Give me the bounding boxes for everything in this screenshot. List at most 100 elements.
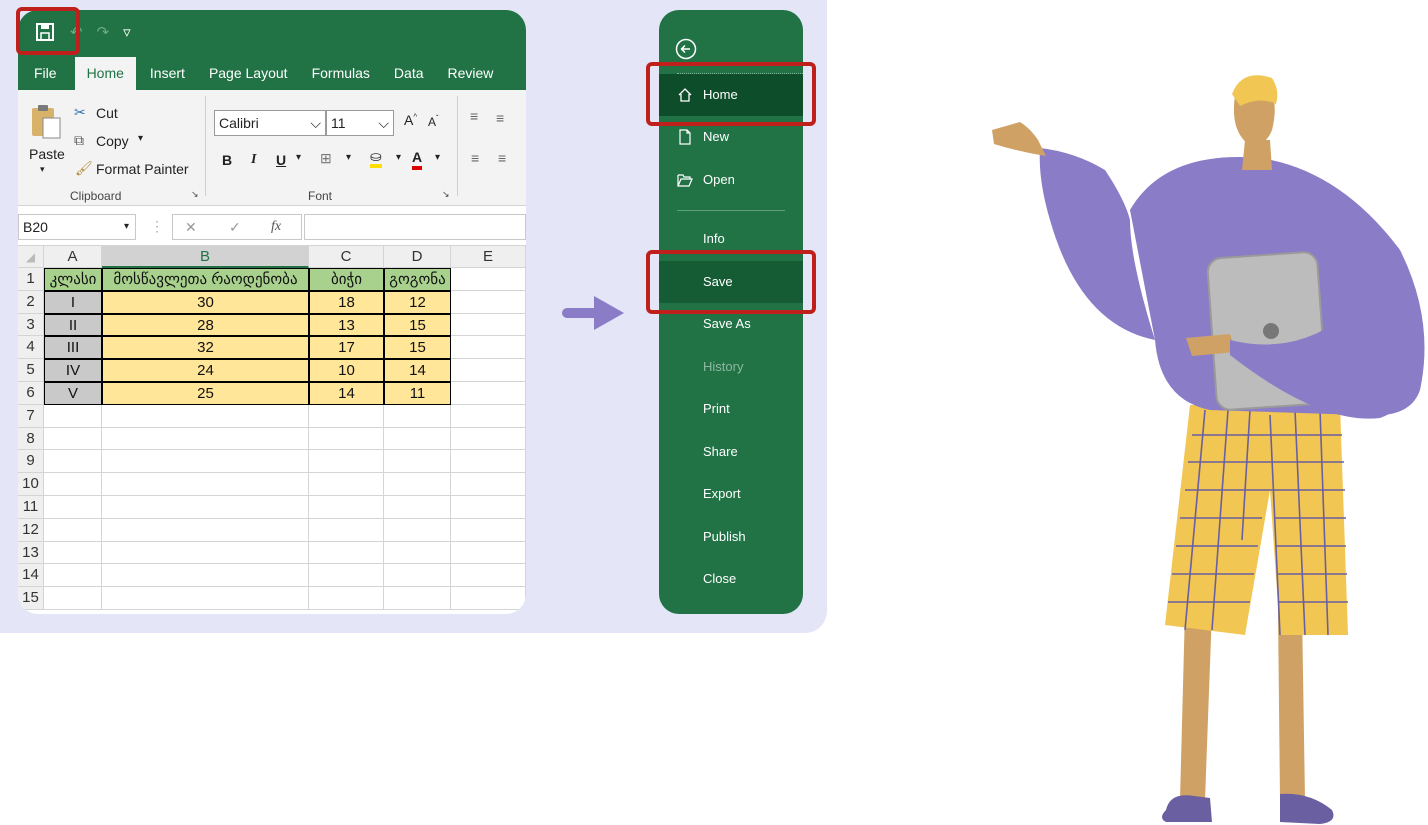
row-header[interactable]: 11 (18, 496, 44, 519)
cell[interactable] (451, 268, 526, 291)
row-header[interactable]: 5 (18, 359, 44, 382)
back-arrow-icon[interactable] (675, 38, 697, 60)
customize-qat-icon[interactable]: ▿ (123, 23, 131, 41)
paste-icon[interactable] (30, 104, 62, 140)
cell[interactable] (384, 518, 451, 542)
cell[interactable] (102, 587, 309, 610)
tab-file[interactable]: File (18, 57, 73, 90)
bold-button[interactable]: B (222, 152, 232, 168)
table-header-cell[interactable]: გოგონა (384, 268, 451, 291)
cell[interactable] (102, 518, 309, 542)
table-cell[interactable]: 15 (384, 336, 451, 360)
tab-page-layout[interactable]: Page Layout (197, 57, 300, 90)
menu-item-export[interactable]: Export (659, 473, 803, 515)
cell[interactable] (309, 587, 384, 610)
table-cell[interactable]: 18 (309, 290, 384, 314)
cell[interactable] (102, 496, 309, 519)
cell[interactable] (451, 313, 526, 337)
cell[interactable] (44, 473, 102, 496)
formula-input[interactable] (304, 214, 526, 240)
table-cell[interactable]: 13 (309, 313, 384, 337)
cell[interactable] (384, 473, 451, 496)
row-header[interactable]: 8 (18, 427, 44, 451)
cell[interactable] (44, 587, 102, 610)
table-cell[interactable]: 11 (384, 382, 451, 405)
font-color-icon[interactable]: A (412, 148, 423, 170)
row-header[interactable]: 12 (18, 518, 44, 542)
cell[interactable] (384, 427, 451, 451)
align-top-icon[interactable]: ≡ (470, 108, 478, 124)
tab-home[interactable]: Home (74, 57, 136, 90)
table-cell[interactable]: 14 (384, 359, 451, 382)
menu-item-publish[interactable]: Publish (659, 516, 803, 558)
font-color-dropdown-icon[interactable]: ▾ (435, 152, 440, 163)
cell[interactable] (451, 496, 526, 519)
cell[interactable] (384, 564, 451, 588)
enter-icon[interactable]: ✓ (229, 215, 241, 239)
name-box[interactable]: B20 ▾ (18, 214, 136, 240)
table-cell[interactable]: I (44, 290, 102, 314)
cell[interactable] (309, 473, 384, 496)
row-header[interactable]: 14 (18, 564, 44, 588)
font-name-select[interactable]: Calibri ⌵ (214, 110, 326, 136)
worksheet-grid[interactable]: ◢ A B C D E 1 2 3 4 5 6 7 8 9 10 11 12 13 14 15 კლასი მოსწავლე… (18, 246, 526, 614)
row-header[interactable]: 13 (18, 541, 44, 565)
cell[interactable] (451, 382, 526, 405)
table-cell[interactable]: 17 (309, 336, 384, 360)
format-painter-button[interactable]: Format Painter (96, 161, 189, 177)
row-header[interactable]: 2 (18, 290, 44, 314)
menu-item-close[interactable]: Close (659, 558, 803, 600)
tab-insert[interactable]: Insert (138, 57, 197, 90)
cell[interactable] (451, 473, 526, 496)
table-cell[interactable]: IV (44, 359, 102, 382)
copy-dropdown-icon[interactable]: ▾ (138, 133, 143, 144)
cell[interactable] (44, 496, 102, 519)
cell[interactable] (384, 587, 451, 610)
cell[interactable] (102, 541, 309, 565)
row-header[interactable]: 9 (18, 450, 44, 474)
cell[interactable] (451, 404, 526, 428)
cell[interactable] (44, 404, 102, 428)
menu-item-open[interactable]: Open (659, 159, 803, 201)
row-header[interactable]: 15 (18, 587, 44, 610)
fill-color-icon[interactable]: ⛀ (370, 148, 382, 168)
table-cell[interactable]: 32 (102, 336, 309, 360)
cell[interactable] (102, 473, 309, 496)
cell[interactable] (451, 359, 526, 382)
row-header[interactable]: 7 (18, 404, 44, 428)
cell[interactable] (451, 564, 526, 588)
cell[interactable] (384, 541, 451, 565)
cell[interactable] (451, 427, 526, 451)
italic-button[interactable]: I (251, 152, 256, 168)
cell[interactable] (102, 404, 309, 428)
table-header-cell[interactable]: ბიჭი (309, 268, 384, 291)
cell[interactable] (44, 427, 102, 451)
table-cell[interactable]: II (44, 313, 102, 337)
table-cell[interactable]: 25 (102, 382, 309, 405)
cell[interactable] (309, 404, 384, 428)
row-header[interactable]: 3 (18, 313, 44, 337)
cell[interactable] (451, 290, 526, 314)
table-cell[interactable]: III (44, 336, 102, 360)
clipboard-launcher-icon[interactable]: ↘ (191, 189, 199, 200)
menu-item-share[interactable]: Share (659, 431, 803, 473)
underline-dropdown-icon[interactable]: ▾ (296, 152, 301, 163)
paste-dropdown-icon[interactable]: ▾ (40, 164, 45, 175)
increase-font-icon[interactable]: A^ (404, 112, 417, 128)
cancel-icon[interactable]: ✕ (185, 215, 197, 239)
menu-item-print[interactable]: Print (659, 388, 803, 430)
tab-formulas[interactable]: Formulas (300, 57, 382, 90)
column-header-a[interactable]: A (44, 246, 102, 268)
column-header-e[interactable]: E (451, 246, 526, 268)
cell[interactable] (44, 450, 102, 474)
table-cell[interactable]: 28 (102, 313, 309, 337)
table-cell[interactable]: 15 (384, 313, 451, 337)
table-cell[interactable]: V (44, 382, 102, 405)
align-left-icon[interactable]: ≡ (471, 150, 479, 166)
cell[interactable] (309, 496, 384, 519)
align-center-icon[interactable]: ≡ (498, 150, 506, 166)
cell[interactable] (44, 564, 102, 588)
cell[interactable] (384, 404, 451, 428)
function-icon[interactable]: fx (271, 215, 281, 239)
row-header[interactable]: 6 (18, 382, 44, 405)
